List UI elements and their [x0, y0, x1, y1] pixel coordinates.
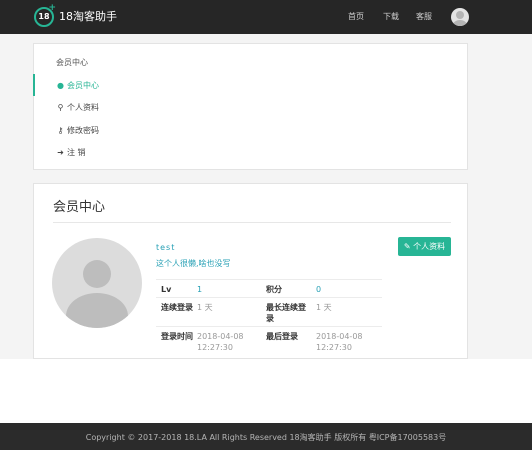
- avatar-head-shape: [456, 11, 464, 19]
- nav-download-link[interactable]: 下载: [383, 11, 399, 23]
- username: test: [156, 243, 176, 252]
- top-navbar: 18 + 18淘客助手 首页 下载 客服: [0, 0, 532, 34]
- sidebar-item-label: 会员中心: [67, 81, 99, 90]
- page-title: 会员中心: [53, 200, 106, 215]
- logo-icon[interactable]: 18 +: [34, 3, 56, 27]
- table-row: Lv 1 积分 0: [156, 279, 382, 297]
- max-streak-label: 最长连续登录: [266, 303, 306, 323]
- avatar-head-shape: [83, 260, 111, 288]
- page-bottom-area: [0, 359, 532, 423]
- avatar-body-shape: [453, 20, 467, 26]
- sidebar-item-label: 个人资料: [67, 103, 99, 112]
- sidebar-item-label: 修改密码: [67, 126, 99, 135]
- sidebar-item-label: 注 销: [67, 148, 86, 157]
- nav-support-link[interactable]: 客服: [416, 11, 432, 23]
- sidebar-title: 会员中心: [56, 58, 88, 67]
- sidebar-item-member-center[interactable]: ● 会员中心: [56, 80, 99, 92]
- footer: Copyright © 2017-2018 18.LA All Rights R…: [0, 423, 532, 450]
- nav-home-link[interactable]: 首页: [348, 11, 364, 23]
- copyright-text: Copyright © 2017-2018 18.LA All Rights R…: [85, 433, 447, 442]
- signature-link[interactable]: 这个人很懒,啥也没写: [156, 258, 231, 270]
- table-row: 连续登录 1 天 最长连续登录 1 天: [156, 297, 382, 326]
- sidebar-item-change-password[interactable]: ⚷ 修改密码: [56, 125, 99, 137]
- sidebar-item-profile[interactable]: ⚲ 个人资料: [56, 102, 99, 114]
- edit-profile-button[interactable]: ✎ 个人资料: [398, 237, 451, 256]
- profile-avatar: [52, 238, 142, 328]
- pencil-icon: ✎: [403, 242, 411, 251]
- lv-value: 1: [197, 285, 203, 294]
- lv-label: Lv: [161, 285, 172, 294]
- stats-table: Lv 1 积分 0 连续登录 1 天 最长连续登录 1 天 登录时间 2018-…: [156, 279, 382, 354]
- logo-badge-text: 18: [38, 12, 50, 21]
- logo-plus: +: [48, 3, 56, 13]
- max-streak-value: 1 天: [316, 303, 332, 312]
- login-time-value: 2018-04-08 12:27:30: [197, 332, 244, 352]
- points-value: 0: [316, 285, 322, 294]
- login-time-label: 登录时间: [161, 332, 193, 341]
- user-circle-icon: ●: [57, 81, 64, 90]
- user-avatar[interactable]: [451, 8, 469, 26]
- site-title[interactable]: 18淘客助手: [59, 10, 117, 24]
- user-icon: ⚲: [57, 103, 64, 112]
- key-icon: ⚷: [57, 126, 64, 135]
- avatar-body-shape: [66, 293, 128, 328]
- points-label: 积分: [266, 285, 282, 294]
- sign-out-icon: ➜: [57, 148, 64, 157]
- divider: [53, 222, 451, 223]
- sidebar-item-logout[interactable]: ➜ 注 销: [56, 147, 86, 159]
- edit-profile-label: 个人资料: [413, 242, 446, 251]
- active-indicator: [33, 74, 35, 96]
- sidebar-menu-card: 会员中心 ● 会员中心 ⚲ 个人资料 ⚷ 修改密码 ➜ 注 销: [33, 43, 468, 170]
- member-profile-card: 会员中心 test 这个人很懒,啥也没写 ✎ 个人资料 Lv 1 积分 0 连续…: [33, 183, 468, 359]
- table-row: 登录时间 2018-04-08 12:27:30 最后登录 2018-04-08…: [156, 326, 382, 354]
- streak-value: 1 天: [197, 303, 213, 312]
- last-login-label: 最后登录: [266, 332, 298, 341]
- last-login-value: 2018-04-08 12:27:30: [316, 332, 363, 352]
- streak-label: 连续登录: [161, 303, 193, 312]
